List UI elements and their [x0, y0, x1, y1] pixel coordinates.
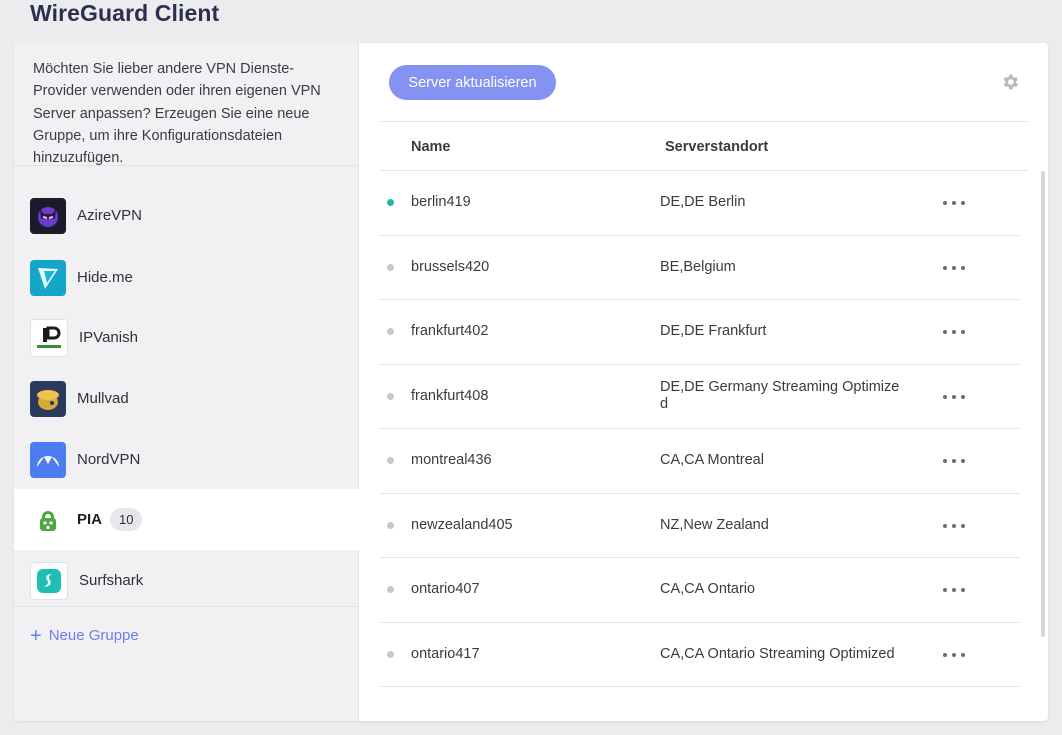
server-table: Name Serverstandort berlin419 DE,DE Berli… [379, 121, 1028, 687]
sidebar-item-mullvad[interactable]: Mullvad [14, 368, 358, 429]
server-name: berlin419 [411, 194, 471, 210]
sidebar-item-pia[interactable]: PIA 10 [14, 489, 359, 550]
more-options-icon[interactable] [943, 322, 965, 342]
status-dot-icon [387, 263, 394, 271]
sidebar-item-azirevpn[interactable]: AzireVPN [14, 185, 358, 246]
pia-logo-icon [30, 501, 66, 538]
new-group-button[interactable]: + Neue Gruppe [14, 606, 358, 647]
ipvanish-logo-icon [30, 318, 68, 357]
mullvad-logo-icon [30, 380, 66, 417]
server-name: frankfurt402 [411, 323, 489, 339]
status-dot-icon [387, 328, 394, 335]
status-dot-icon [387, 392, 394, 400]
sidebar-item-surfshark[interactable]: Surfshark [14, 550, 358, 611]
new-group-label: Neue Gruppe [48, 627, 139, 644]
status-dot-icon [387, 521, 394, 529]
status-dot-icon [387, 457, 394, 464]
server-location: DE,DE Frankfurt [660, 323, 767, 339]
server-location: CA,CA Ontario Streaming Optimized [660, 645, 895, 662]
table-row[interactable]: berlin419 DE,DE Berlin [379, 171, 1020, 236]
server-location: DE,DE Berlin [660, 194, 746, 210]
server-location: CA,CA Montreal [660, 452, 764, 468]
server-name: frankfurt408 [411, 387, 489, 404]
sidebar-item-label: Hide.me [77, 269, 133, 286]
more-options-icon[interactable] [943, 580, 965, 600]
sidebar-item-hideme[interactable]: Hide.me [14, 247, 358, 308]
sidebar-item-label: NordVPN [77, 451, 141, 468]
table-row[interactable]: brussels420 BE,Belgium [379, 236, 1020, 300]
server-name: ontario417 [411, 645, 480, 662]
nordvpn-logo-icon [30, 441, 66, 478]
server-location: DE,DE Germany Streaming Optimize d [660, 378, 900, 413]
server-location: CA,CA Ontario [660, 581, 756, 597]
scrollbar[interactable] [1041, 171, 1045, 637]
more-options-icon[interactable] [943, 387, 965, 407]
server-name: newzealand405 [411, 516, 513, 533]
plus-icon: + [30, 624, 42, 647]
app-title: WireGuard Client [30, 0, 220, 26]
column-header-location[interactable]: Serverstandort [665, 139, 768, 155]
server-name: ontario407 [411, 581, 480, 597]
azirevpn-logo-icon [30, 197, 66, 234]
server-name: montreal436 [411, 452, 492, 468]
sidebar-item-nordvpn[interactable]: NordVPN [14, 429, 358, 490]
table-row[interactable]: frankfurt402 DE,DE Frankfurt [379, 300, 1020, 365]
server-panel: Server aktualisieren Name Serverstandort… [359, 43, 1048, 721]
status-dot-icon [387, 650, 394, 658]
hideme-logo-icon [30, 259, 66, 296]
server-count-badge: 10 [110, 508, 143, 531]
surfshark-logo-icon [30, 561, 68, 600]
table-row[interactable]: ontario407 CA,CA Ontario [379, 558, 1020, 623]
column-header-name[interactable]: Name [411, 139, 451, 155]
sidebar-item-label: Mullvad [77, 390, 129, 407]
gear-icon[interactable] [1000, 72, 1020, 92]
more-options-icon[interactable] [943, 516, 965, 536]
table-row[interactable]: ontario417 CA,CA Ontario Streaming Optimi… [379, 623, 1020, 687]
server-location: NZ,New Zealand [660, 516, 769, 533]
main-window: Möchten Sie lieber andere VPN Dienste-Pr… [14, 43, 1048, 721]
sidebar-item-label: PIA [77, 511, 103, 528]
status-dot-icon [387, 199, 394, 206]
sidebar: Möchten Sie lieber andere VPN Dienste-Pr… [14, 43, 359, 721]
more-options-icon[interactable] [943, 645, 965, 665]
refresh-servers-button[interactable]: Server aktualisieren [389, 65, 556, 100]
more-options-icon[interactable] [943, 258, 965, 278]
sidebar-item-label: AzireVPN [77, 207, 143, 224]
table-header: Name Serverstandort [379, 121, 1028, 171]
table-row[interactable]: montreal436 CA,CA Montreal [379, 429, 1020, 494]
table-row[interactable]: frankfurt408 DE,DE Germany Streaming Opti… [379, 365, 1020, 429]
status-dot-icon [387, 586, 394, 593]
table-row[interactable]: newzealand405 NZ,New Zealand [379, 494, 1020, 558]
server-location: BE,Belgium [660, 258, 736, 275]
sidebar-item-label: IPVanish [79, 329, 138, 346]
sidebar-item-ipvanish[interactable]: IPVanish [14, 307, 358, 368]
more-options-icon[interactable] [943, 193, 965, 213]
sidebar-item-label: Surfshark [79, 572, 144, 589]
server-name: brussels420 [411, 258, 490, 275]
more-options-icon[interactable] [943, 451, 965, 471]
sidebar-info-text: Möchten Sie lieber andere VPN Dienste-Pr… [14, 43, 358, 166]
